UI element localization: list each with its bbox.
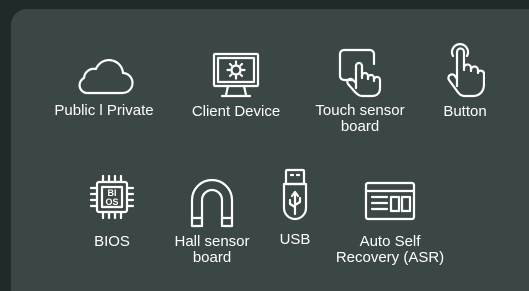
feature-label: Auto Self Recovery (ASR) [335, 233, 445, 266]
pointer-finger-icon [445, 42, 485, 100]
usb-icon [278, 168, 312, 226]
page: Public l Private Client Device Touch sen… [0, 0, 529, 291]
feature-label: Touch sensor board [315, 102, 405, 135]
feature-label: Client Device [191, 103, 281, 120]
touch-hand-icon [336, 48, 384, 98]
feature-public-private: Public l Private [48, 57, 160, 119]
monitor-gear-icon [210, 51, 262, 99]
feature-label: Hall sensor board [174, 233, 250, 266]
feature-bios: BI OS BIOS [84, 172, 140, 250]
bios-chip-icon: BI OS [87, 172, 137, 222]
feature-usb: USB [273, 168, 317, 248]
feature-label: BIOS [94, 233, 130, 250]
cloud-icon [72, 57, 136, 97]
magnet-icon [188, 178, 236, 228]
feature-touch-sensor-board: Touch sensor board [306, 48, 414, 135]
feature-label: Button [443, 103, 487, 120]
chip-text-os: OS [105, 197, 118, 207]
feature-button: Button [432, 42, 498, 120]
feature-label: USB [279, 231, 311, 248]
feature-label: Public l Private [54, 102, 154, 119]
feature-client-device: Client Device [183, 51, 289, 120]
feature-asr: Auto Self Recovery (ASR) [330, 180, 450, 266]
feature-hall-sensor-board: Hall sensor board [165, 178, 259, 266]
recovery-panel-icon [363, 180, 417, 222]
